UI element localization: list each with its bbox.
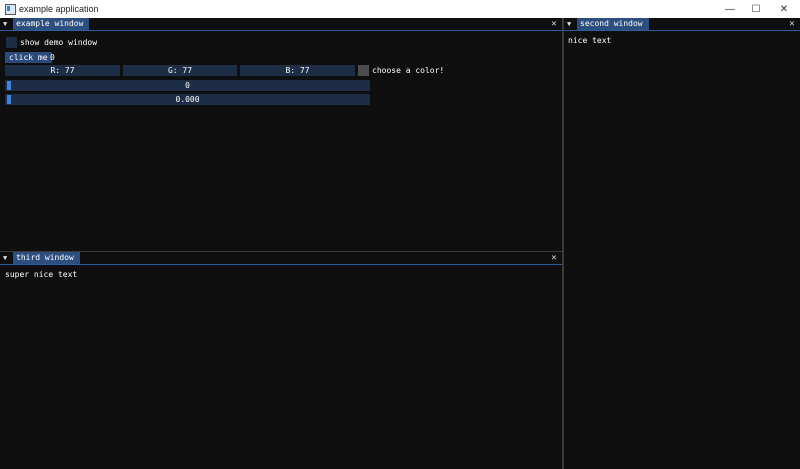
click-count: 0 xyxy=(50,53,55,62)
int-slider[interactable]: 0 xyxy=(5,80,370,91)
color-b-field[interactable]: B: 77 xyxy=(240,65,355,76)
click-me-button[interactable]: click me xyxy=(5,52,52,63)
app-icon xyxy=(5,4,16,15)
third-window: ▼ third window ✕ super nice text xyxy=(0,252,562,469)
header-divider xyxy=(0,264,562,265)
tab-example-window[interactable]: example window xyxy=(13,18,90,30)
color-r-field[interactable]: R: 77 xyxy=(5,65,120,76)
tab-second-window[interactable]: second window xyxy=(577,18,649,30)
float-slider[interactable]: 0.000 xyxy=(5,94,370,105)
os-title-bar: example application — ☐ ✕ xyxy=(0,0,800,18)
window-menu-icon[interactable]: ▼ xyxy=(3,253,11,263)
color-g-field[interactable]: G: 77 xyxy=(123,65,237,76)
example-window: ▼ example window ✕ show demo window clic… xyxy=(0,18,562,251)
show-demo-label: show demo window xyxy=(20,38,98,47)
third-window-text: super nice text xyxy=(5,270,78,279)
show-demo-checkbox[interactable] xyxy=(6,37,17,48)
color-swatch[interactable] xyxy=(358,65,369,76)
slider-grab[interactable] xyxy=(7,95,11,104)
second-window-header: ▼ second window ✕ xyxy=(564,18,800,30)
maximize-button[interactable]: ☐ xyxy=(742,0,770,18)
color-label: choose a color! xyxy=(372,66,445,75)
float-slider-value: 0.000 xyxy=(175,95,200,104)
header-divider xyxy=(564,30,800,31)
tab-third-window[interactable]: third window xyxy=(13,252,80,264)
example-window-header: ▼ example window ✕ xyxy=(0,18,562,30)
minimize-button[interactable]: — xyxy=(716,0,744,18)
header-divider xyxy=(0,30,562,31)
second-window: ▼ second window ✕ nice text xyxy=(564,18,800,469)
window-menu-icon[interactable]: ▼ xyxy=(567,19,575,29)
close-icon[interactable]: ✕ xyxy=(788,18,796,30)
second-window-text: nice text xyxy=(568,36,612,45)
window-menu-icon[interactable]: ▼ xyxy=(3,19,11,29)
int-slider-value: 0 xyxy=(185,81,190,90)
close-icon[interactable]: ✕ xyxy=(550,252,558,264)
close-icon[interactable]: ✕ xyxy=(550,18,558,30)
close-window-button[interactable]: ✕ xyxy=(770,0,798,18)
third-window-header: ▼ third window ✕ xyxy=(0,252,562,264)
window-title: example application xyxy=(19,4,99,14)
slider-grab[interactable] xyxy=(7,81,11,90)
